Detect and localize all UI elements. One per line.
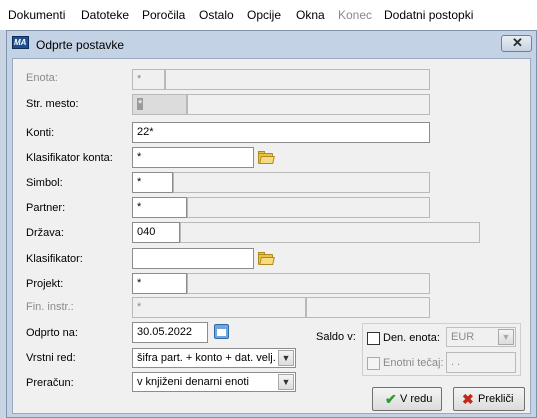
fin-instr-code-field: * — [132, 297, 306, 318]
projekt-label: Projekt: — [26, 278, 64, 290]
den-enota-checkbox[interactable] — [367, 332, 380, 345]
preracun-label: Preračun: — [26, 377, 74, 389]
folder-open-icon[interactable] — [257, 251, 275, 267]
preracun-value: v knjiženi denarni enoti — [137, 376, 249, 388]
enotni-tecaj-checkbox — [367, 357, 380, 370]
konti-label: Konti: — [26, 127, 55, 139]
dialog-client: Enota: * Str. mesto: * Konti: 22* Klasif… — [12, 58, 531, 414]
app-logo-icon: MA — [12, 36, 29, 49]
drzava-code-field[interactable]: 040 — [132, 222, 180, 243]
chevron-down-icon: ▼ — [498, 329, 514, 345]
drzava-name-field — [180, 222, 480, 243]
vrstni-red-value: šifra part. + konto + dat. velj. + d — [137, 352, 295, 364]
cancel-button[interactable]: ✖ Prekliči — [453, 387, 525, 411]
klasifikator-label: Klasifikator: — [26, 253, 83, 265]
simbol-name-field — [173, 172, 430, 193]
dialog-odprte-postavke: MA Odprte postavke ✕ Enota: * Str. mesto… — [6, 30, 537, 418]
partner-label: Partner: — [26, 202, 66, 214]
chevron-down-icon[interactable]: ▼ — [278, 374, 294, 390]
menu-bar: Dokumenti Datoteke Poročila Ostalo Opcij… — [0, 0, 537, 30]
partner-code-field[interactable]: * — [132, 197, 187, 218]
ok-button[interactable]: ✔ V redu — [372, 387, 442, 411]
menu-opcije[interactable]: Opcije — [247, 8, 281, 22]
simbol-code-field[interactable]: * — [132, 172, 173, 193]
enota-name-field — [165, 69, 430, 90]
currency-value: EUR — [451, 331, 475, 343]
checkmark-icon: ✔ — [385, 391, 397, 407]
close-icon: ✕ — [512, 35, 523, 50]
dialog-title: Odprte postavke — [36, 38, 125, 52]
vrstni-red-select[interactable]: šifra part. + konto + dat. velj. + d ▼ — [132, 348, 296, 368]
calendar-icon[interactable] — [214, 324, 229, 339]
menu-okna[interactable]: Okna — [296, 8, 325, 22]
menu-dokumenti[interactable]: Dokumenti — [8, 8, 65, 22]
projekt-code-field[interactable]: * — [132, 273, 187, 294]
str-mesto-name-field — [187, 94, 430, 115]
enota-label: Enota: — [26, 72, 58, 84]
odprto-na-date-field[interactable]: 30.05.2022 — [132, 322, 208, 343]
chevron-down-icon[interactable]: ▼ — [278, 350, 294, 366]
str-mesto-code-field[interactable]: * — [132, 94, 187, 115]
fin-instr-name-field — [306, 297, 430, 318]
projekt-name-field — [187, 273, 430, 294]
enotni-tecaj-label: Enotni tečaj: — [383, 357, 444, 369]
menu-konec: Konec — [338, 8, 373, 22]
odprto-na-label: Odprto na: — [26, 327, 78, 339]
dialog-titlebar[interactable]: MA Odprte postavke ✕ — [7, 31, 536, 58]
menu-ostalo[interactable]: Ostalo — [199, 8, 234, 22]
close-button[interactable]: ✕ — [501, 35, 532, 52]
menu-dodatni-postopki[interactable]: Dodatni postopki — [384, 8, 473, 22]
klasifikator-konta-field[interactable]: * — [132, 147, 254, 168]
menu-porocila[interactable]: Poročila — [142, 8, 185, 22]
str-mesto-label: Str. mesto: — [26, 98, 79, 110]
folder-open-icon[interactable] — [257, 150, 275, 166]
fin-instr-label: Fin. instr.: — [26, 301, 74, 313]
ok-button-label: V redu — [400, 393, 433, 405]
menu-datoteke[interactable]: Datoteke — [81, 8, 129, 22]
vrstni-red-label: Vrstni red: — [26, 352, 76, 364]
saldo-label: Saldo v: — [316, 331, 356, 343]
enota-code-field: * — [132, 69, 165, 90]
cancel-x-icon: ✖ — [462, 391, 474, 407]
klasifikator-konta-label: Klasifikator konta: — [26, 152, 113, 164]
simbol-label: Simbol: — [26, 177, 63, 189]
preracun-select[interactable]: v knjiženi denarni enoti ▼ — [132, 372, 296, 392]
den-enota-label: Den. enota: — [383, 332, 440, 344]
enotni-tecaj-field: . . — [446, 352, 516, 373]
drzava-label: Država: — [26, 227, 64, 239]
partner-name-field — [187, 197, 430, 218]
konti-field[interactable]: 22* — [132, 122, 430, 143]
klasifikator-field[interactable] — [132, 248, 254, 269]
cancel-button-label: Prekliči — [478, 393, 514, 405]
currency-select: EUR ▼ — [446, 327, 516, 347]
